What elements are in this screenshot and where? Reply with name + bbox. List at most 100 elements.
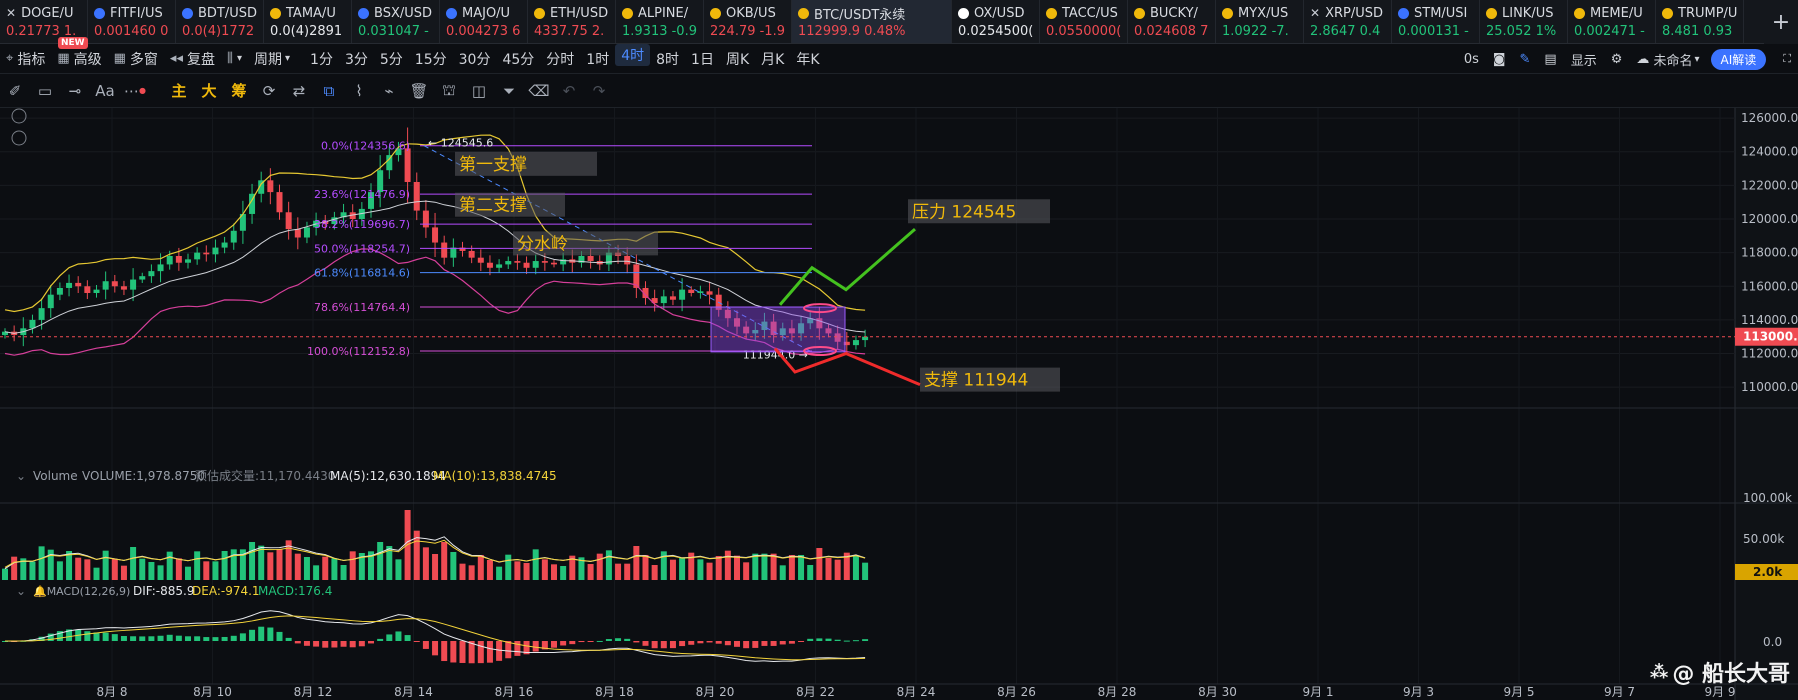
magnet-icon[interactable]: ⧉ — [314, 74, 344, 108]
kline-chart[interactable]: 126000.0 124000.0 122000.0 120000.0 118000.0… — [0, 108, 1798, 700]
ticker-item[interactable]: STM/USI 0.000131 - — [1392, 0, 1480, 43]
visible-icon[interactable]: ◫ — [464, 74, 494, 108]
toolbar-right: 0s ◙ ✎ ▤ 显示 ⚙ ☁ 未命名 ▾ AI解读 ⛶ — [1457, 44, 1798, 74]
chart-type-button[interactable]: ⫼ ▾ — [221, 44, 248, 74]
ticker-item[interactable]: ✕ XRP/USD 2.8647 0.4 — [1304, 0, 1392, 43]
ticker-item[interactable]: OKB/US 224.79 -1.9 — [704, 0, 792, 43]
candle — [294, 229, 301, 238]
fullscreen-icon[interactable]: ⛶ — [1776, 52, 1798, 66]
coin-icon — [270, 7, 281, 19]
trash-icon[interactable]: 🗑 — [404, 74, 434, 108]
interval-tab[interactable]: 周K — [720, 44, 755, 74]
interval-tab[interactable]: 年K — [790, 44, 825, 74]
display-button[interactable]: 显示 — [1564, 50, 1604, 69]
replay-button[interactable]: ◂◂ 复盘 — [164, 44, 221, 74]
ticker-name: STM/USI — [1414, 5, 1468, 21]
layout-icon[interactable]: ▤ — [1537, 52, 1563, 67]
interval-tab[interactable]: 45分 — [496, 44, 540, 74]
sync-icon[interactable]: ⟳ — [254, 74, 284, 108]
interval-tab[interactable]: 5分 — [374, 44, 409, 74]
volume-bar — [294, 553, 301, 580]
ticker-item[interactable]: ETH/USD 4337.75 2. — [528, 0, 616, 43]
main-chart-toggle[interactable]: 主 — [164, 74, 194, 108]
volume-bar — [605, 550, 612, 580]
interval-tab[interactable]: 30分 — [453, 44, 497, 74]
candle — [862, 336, 869, 341]
macd-histogram-bar — [102, 632, 109, 641]
ruler-icon[interactable]: ✐ — [0, 74, 30, 108]
last-price-label: 113000.0 — [1743, 330, 1798, 344]
advanced-button[interactable]: ▦ 高级 — [51, 44, 107, 74]
calendar-icon: ▦ — [57, 51, 70, 66]
volume-bar — [852, 556, 859, 580]
volume-bar — [148, 562, 155, 580]
candle — [660, 296, 667, 304]
more-icon[interactable]: ⋯ ● — [120, 74, 150, 108]
candle — [221, 242, 228, 248]
indicator-icon: ⌖ — [6, 51, 14, 66]
interval-tab[interactable]: 15分 — [409, 44, 453, 74]
text-tool[interactable]: Aa — [90, 74, 120, 108]
indicator-button[interactable]: ⌖ 指标 NEW — [0, 36, 88, 74]
interval-tab[interactable]: 1时 — [580, 44, 615, 74]
redo-icon[interactable]: ↷ — [584, 74, 614, 108]
ticker-item[interactable]: ALPINE/1.9313 -0.9 — [616, 0, 704, 43]
volume-bar — [770, 553, 777, 580]
interval-tab[interactable]: 月K — [755, 44, 790, 74]
add-tab-button[interactable]: + — [1764, 0, 1798, 44]
lock-icon[interactable]: ⛫ — [434, 74, 464, 108]
filter-icon[interactable]: ⏷ — [494, 74, 524, 108]
close-icon[interactable]: ✕ — [6, 6, 16, 20]
delete-icon[interactable]: ⌫ — [524, 74, 554, 108]
rectangle-icon[interactable]: ▭ — [30, 74, 60, 108]
interval-tab[interactable]: 4时 — [615, 43, 651, 66]
ticker-item[interactable]: TACC/US 0.0550000( — [1040, 0, 1128, 43]
interval-tab[interactable]: 8时 — [650, 44, 685, 74]
period-button[interactable]: 周期 ▾ — [248, 44, 296, 74]
interval-tab[interactable]: 3分 — [339, 44, 374, 74]
ticker-item[interactable]: TAMA/U 0.0(4)2891 — [264, 0, 352, 43]
macd-histogram-bar — [413, 641, 420, 642]
interval-tab[interactable]: 分时 — [540, 44, 580, 74]
undo-icon[interactable]: ↶ — [554, 74, 584, 108]
settings-icon[interactable]: ⚙ — [1604, 52, 1630, 67]
volume-y-tick: 100.00k — [1743, 491, 1792, 505]
ticker-item[interactable]: MEME/U 0.002471 - — [1568, 0, 1656, 43]
camera-icon[interactable]: ◙ — [1486, 52, 1513, 67]
ticker-item[interactable]: FITFI/US 0.001460 0 — [88, 0, 176, 43]
line-icon[interactable]: ⊸ — [60, 74, 90, 108]
ticker-item[interactable]: BUCKY/0.024608 7 — [1128, 0, 1216, 43]
ticker-item[interactable]: TRUMP/U 8.481 0.93 — [1656, 0, 1744, 43]
pen-icon[interactable]: ✎ — [1512, 52, 1537, 67]
measure-icon[interactable]: ⌇ — [344, 74, 374, 108]
chip-distribution-toggle[interactable]: 筹 — [224, 74, 254, 108]
candle — [551, 262, 557, 265]
cloud-button[interactable]: ☁ 未命名 ▾ — [1629, 50, 1706, 69]
cloud-icon: ☁ — [1636, 51, 1650, 67]
ticker-item[interactable]: BDT/USD 0.0(4)1772 — [176, 0, 264, 43]
chart-area[interactable]: 126000.0 124000.0 122000.0 120000.0 118000.0… — [0, 108, 1798, 700]
ticker-item[interactable]: LINK/US 25.052 1% — [1480, 0, 1568, 43]
big-order-toggle[interactable]: 大 — [194, 74, 224, 108]
macd-histogram-bar — [816, 638, 823, 641]
multi-label: 多窗 — [129, 51, 158, 68]
ticker-item[interactable]: BSX/USD 0.031047 - — [352, 0, 440, 43]
interval-tab[interactable]: 1分 — [304, 44, 339, 74]
ticker-price: 0.004273 6 — [446, 24, 521, 39]
compare-icon[interactable]: ⇄ — [284, 74, 314, 108]
volume-bar — [267, 552, 274, 580]
ticker-price: 0.0(4)2891 — [270, 24, 343, 39]
brush-icon[interactable]: ⌁ — [374, 74, 404, 108]
ai-analysis-button[interactable]: AI解读 — [1710, 48, 1767, 70]
ticker-item[interactable]: OX/USD 0.0254500( — [952, 0, 1040, 43]
close-icon[interactable]: ✕ — [1310, 6, 1320, 20]
volume-bar — [477, 555, 484, 580]
macd-histogram-bar — [679, 641, 686, 647]
ticker-item[interactable]: BTC/USDT永续 112999.9 0.48% — [792, 0, 952, 43]
macd-histogram-bar — [486, 641, 493, 663]
ticker-item[interactable]: MAJO/U 0.004273 6 — [440, 0, 528, 43]
interval-tab[interactable]: 1日 — [685, 44, 720, 74]
multi-window-button[interactable]: ▦ 多窗 — [108, 44, 164, 74]
macd-histogram-bar — [230, 635, 237, 641]
ticker-item[interactable]: MYX/US 1.0922 -7. — [1216, 0, 1304, 43]
